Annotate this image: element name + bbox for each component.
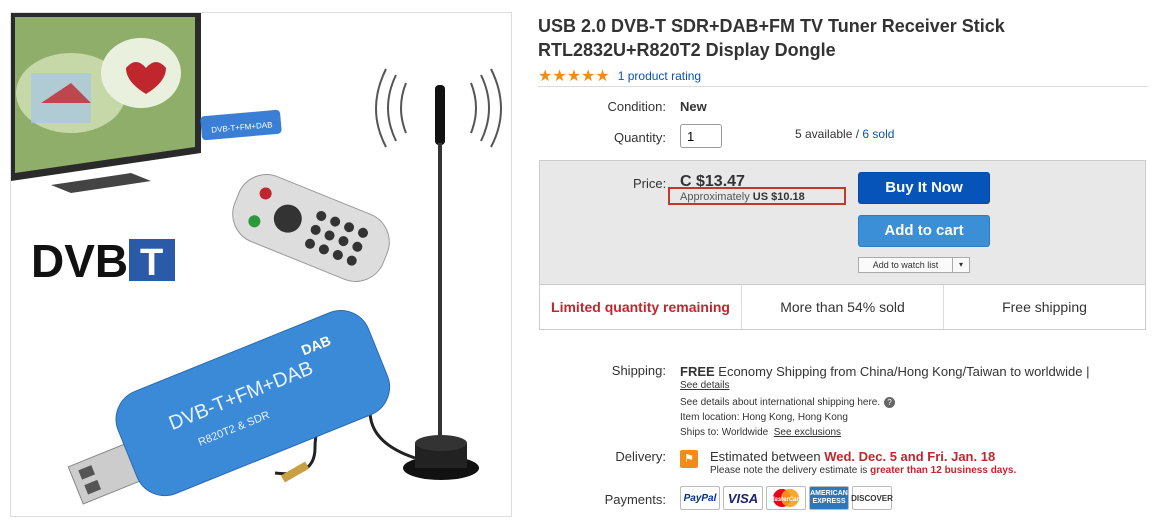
item-location: Item location: Hong Kong, Hong Kong bbox=[680, 412, 848, 423]
location-label: Item location: bbox=[680, 412, 740, 423]
shipping-desc: Economy Shipping from China/Hong Kong/Ta… bbox=[714, 364, 1090, 379]
add-to-watch-list-button[interactable]: Add to watch list bbox=[859, 258, 953, 272]
delivery-dates: Wed. Dec. 5 and Fri. Jan. 18 bbox=[824, 449, 996, 464]
intl-note-text: See details about international shipping… bbox=[680, 397, 881, 409]
stick-small: DVB-T+FM+DAB bbox=[200, 109, 282, 141]
remote-control bbox=[232, 174, 390, 282]
add-to-cart-button[interactable]: Add to cart bbox=[858, 215, 990, 247]
usb-stick: DVB-T+FM+DAB R820T2 & SDR DAB bbox=[67, 310, 391, 505]
title-line-2: RTL2832U+R820T2 Display Dongle bbox=[538, 40, 836, 60]
promo-strip: Limited quantity remaining More than 54%… bbox=[539, 284, 1146, 330]
tv-illustration bbox=[11, 13, 201, 193]
shipping-text: FREE Economy Shipping from China/Hong Ko… bbox=[680, 364, 1089, 379]
product-rating-link[interactable]: 1 product rating bbox=[618, 69, 701, 83]
delivery-label: Delivery: bbox=[615, 449, 666, 464]
see-details-link[interactable]: See details bbox=[680, 380, 729, 391]
shipping-free: FREE bbox=[680, 364, 715, 379]
ships-to-value: Worldwide bbox=[721, 427, 769, 438]
intl-shipping-note: See details about international shipping… bbox=[680, 397, 896, 409]
approx-price: Approximately US $10.18 bbox=[668, 187, 846, 205]
star-rating-icon: ★★★★★ bbox=[538, 68, 610, 85]
delivery-estimate: Estimated between Wed. Dec. 5 and Fri. J… bbox=[710, 449, 995, 464]
buy-it-now-button[interactable]: Buy It Now bbox=[858, 172, 990, 204]
svg-text:T: T bbox=[140, 242, 163, 284]
approx-prefix: Approximately bbox=[680, 191, 753, 203]
available-count: 5 available / bbox=[795, 127, 863, 141]
see-details-text[interactable]: See details bbox=[680, 380, 729, 391]
watch-list-control: Add to watch list ▾ bbox=[858, 257, 970, 273]
title-line-1: USB 2.0 DVB-T SDR+DAB+FM TV Tuner Receiv… bbox=[538, 16, 1005, 36]
rating-row: ★★★★★ 1 product rating bbox=[538, 66, 701, 86]
ships-to-label: Ships to: bbox=[680, 427, 719, 438]
svg-text:DVB: DVB bbox=[31, 235, 128, 287]
free-shipping-badge: Free shipping bbox=[1002, 299, 1087, 315]
shipping-label: Shipping: bbox=[611, 363, 666, 378]
approx-value: US $10.18 bbox=[752, 191, 805, 203]
quantity-label: Quantity: bbox=[613, 130, 666, 145]
dvb-t-logo: DVB T bbox=[31, 235, 175, 287]
delivery-note-prefix: Please note the delivery estimate is bbox=[710, 465, 871, 476]
availability: 5 available / 6 sold bbox=[795, 127, 894, 141]
paypal-icon: PayPal bbox=[680, 486, 720, 510]
mastercard-icon: MasterCard bbox=[766, 486, 806, 510]
product-image[interactable]: DVB-T+FM+DAB DVB T DVB-T+FM+DAB R820T2 &… bbox=[10, 12, 512, 517]
amex-icon: AMERICAN EXPRESS bbox=[809, 486, 849, 510]
visa-icon: VISA bbox=[723, 486, 763, 510]
product-photo: DVB-T+FM+DAB DVB T DVB-T+FM+DAB R820T2 &… bbox=[11, 13, 502, 505]
help-icon[interactable]: ? bbox=[884, 397, 896, 408]
delivery-note-warn: greater than 12 business days. bbox=[870, 465, 1017, 476]
price-label: Price: bbox=[633, 176, 667, 191]
flag-icon: ⚑ bbox=[680, 450, 698, 468]
payment-logos: PayPal VISA MasterCard AMERICAN EXPRESS … bbox=[680, 486, 893, 510]
sold-percent-badge: More than 54% sold bbox=[742, 285, 944, 329]
svg-text:MasterCard: MasterCard bbox=[769, 497, 802, 503]
ships-to: Ships to: Worldwide See exclusions bbox=[680, 427, 841, 438]
see-exclusions-link[interactable]: See exclusions bbox=[774, 427, 841, 438]
condition-label: Condition: bbox=[607, 99, 666, 114]
limited-quantity-badge: Limited quantity remaining bbox=[540, 285, 742, 329]
payments-label: Payments: bbox=[604, 492, 666, 507]
delivery-prefix: Estimated between bbox=[710, 449, 825, 464]
location-value: Hong Kong, Hong Kong bbox=[742, 412, 848, 423]
condition-value: New bbox=[680, 99, 707, 114]
product-title: USB 2.0 DVB-T SDR+DAB+FM TV Tuner Receiv… bbox=[538, 14, 1138, 62]
sold-link[interactable]: 6 sold bbox=[862, 127, 894, 141]
divider bbox=[538, 86, 1148, 87]
discover-icon: DISCOVER bbox=[851, 486, 893, 510]
quantity-input[interactable] bbox=[680, 124, 722, 148]
chevron-down-icon[interactable]: ▾ bbox=[953, 258, 969, 272]
delivery-note: Please note the delivery estimate is gre… bbox=[710, 465, 1016, 476]
